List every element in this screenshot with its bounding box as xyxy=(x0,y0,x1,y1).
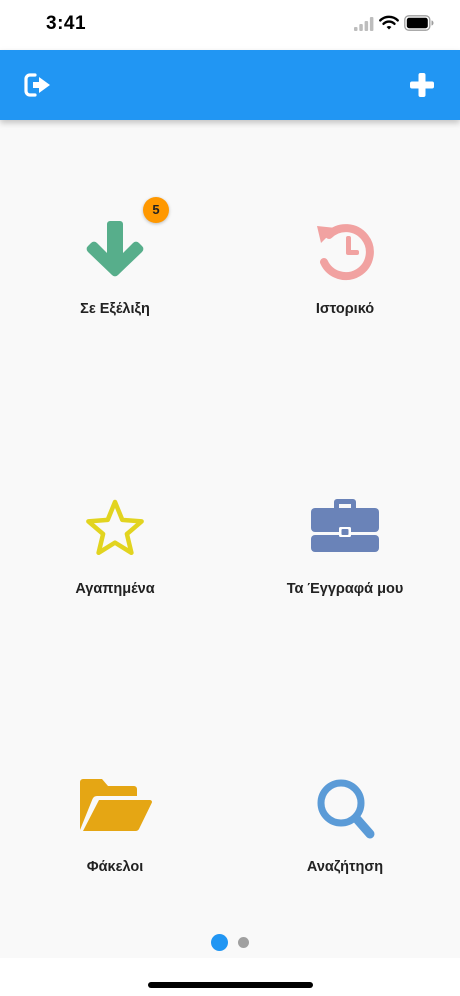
cellular-signal-icon xyxy=(354,17,374,31)
tile-label: Φάκελοι xyxy=(86,859,144,875)
home-indicator[interactable] xyxy=(148,982,313,988)
add-button[interactable] xyxy=(408,71,436,99)
page-dot-inactive[interactable] xyxy=(238,937,250,949)
home-area xyxy=(0,958,460,996)
tile-in-progress[interactable]: Σε Εξέλιξη xyxy=(0,218,230,338)
status-time: 3:41 xyxy=(46,13,87,34)
tile-label: Αγαπημένα xyxy=(75,581,155,597)
logout-button[interactable] xyxy=(24,72,52,98)
star-icon xyxy=(86,499,144,556)
tile-history[interactable]: Ιστορικό xyxy=(230,218,460,338)
history-icon xyxy=(317,224,374,281)
plus-icon xyxy=(410,73,434,97)
folder-open-icon xyxy=(80,779,152,832)
tile-folders[interactable]: Φάκελοι xyxy=(0,776,230,896)
notification-badge: 5 xyxy=(143,197,169,223)
tile-label: Τα Έγγραφά μου xyxy=(286,581,404,597)
status-bar: 3:41 xyxy=(0,0,460,50)
battery-icon xyxy=(404,15,434,31)
search-icon xyxy=(317,779,375,839)
arrow-down-icon xyxy=(86,221,144,277)
page-dot-active[interactable] xyxy=(210,934,228,952)
tile-favorites[interactable]: Αγαπημένα xyxy=(0,498,230,618)
app-bar xyxy=(0,50,460,120)
logout-icon xyxy=(24,73,50,97)
tile-label: Αναζήτηση xyxy=(306,859,384,875)
page-indicator xyxy=(0,934,460,954)
tile-my-documents[interactable]: Τα Έγγραφά μου xyxy=(230,498,460,618)
tile-label: Σε Εξέλιξη xyxy=(80,301,150,317)
briefcase-icon xyxy=(311,499,379,552)
tile-label: Ιστορικό xyxy=(315,301,375,317)
wifi-icon xyxy=(379,15,399,30)
tile-search[interactable]: Αναζήτηση xyxy=(230,776,460,896)
